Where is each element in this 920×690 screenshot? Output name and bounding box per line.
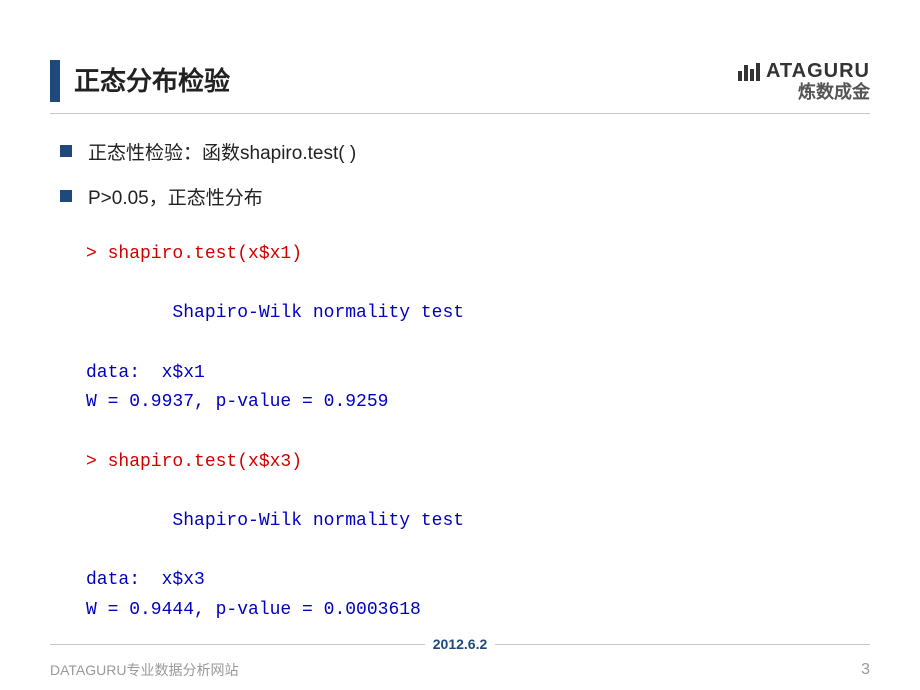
- logo-top-row: ATAGURU: [738, 60, 870, 83]
- code-data-line: data: x$x3: [86, 570, 205, 590]
- code-command: > shapiro.test(x$x1): [86, 244, 302, 264]
- title-accent-bar: [50, 60, 60, 102]
- square-bullet-icon: [60, 145, 72, 157]
- bullet-list: 正态性检验：函数shapiro.test( ) P>0.05，正态性分布: [50, 138, 870, 210]
- square-bullet-icon: [60, 190, 72, 202]
- header: 正态分布检验 ATAGURU 炼数成金: [50, 60, 870, 103]
- code-block: > shapiro.test(x$x1) Shapiro-Wilk normal…: [50, 240, 870, 626]
- footer-bottom: DATAGURU专业数据分析网站 3: [50, 660, 870, 680]
- bullet-text: 正态性检验：函数shapiro.test( ): [88, 138, 356, 165]
- page-title: 正态分布检验: [74, 60, 230, 102]
- footer-date: 2012.6.2: [425, 636, 496, 652]
- code-command: > shapiro.test(x$x3): [86, 452, 302, 472]
- header-divider: [50, 113, 870, 114]
- list-item: 正态性检验：函数shapiro.test( ): [60, 138, 870, 165]
- code-heading: Shapiro-Wilk normality test: [86, 303, 464, 323]
- bars-icon: [738, 63, 762, 81]
- title-block: 正态分布检验: [50, 60, 230, 102]
- code-heading: Shapiro-Wilk normality test: [86, 511, 464, 531]
- code-data-line: data: x$x1: [86, 363, 205, 383]
- footer: 2012.6.2 DATAGURU专业数据分析网站 3: [0, 636, 920, 680]
- footer-date-row: 2012.6.2: [50, 636, 870, 652]
- footer-divider-right: [495, 644, 870, 645]
- code-result-line: W = 0.9444, p-value = 0.0003618: [86, 600, 421, 620]
- logo-text-top: ATAGURU: [766, 60, 870, 83]
- code-result-line: W = 0.9937, p-value = 0.9259: [86, 392, 388, 412]
- list-item: P>0.05，正态性分布: [60, 183, 870, 210]
- bullet-text: P>0.05，正态性分布: [88, 183, 263, 210]
- logo-text-bottom: 炼数成金: [738, 83, 870, 103]
- page-number: 3: [861, 661, 870, 679]
- footer-divider-left: [50, 644, 425, 645]
- slide: 正态分布检验 ATAGURU 炼数成金 正态性检验：函数shapiro.test…: [0, 0, 920, 690]
- logo: ATAGURU 炼数成金: [738, 60, 870, 103]
- footer-site: DATAGURU专业数据分析网站: [50, 660, 238, 680]
